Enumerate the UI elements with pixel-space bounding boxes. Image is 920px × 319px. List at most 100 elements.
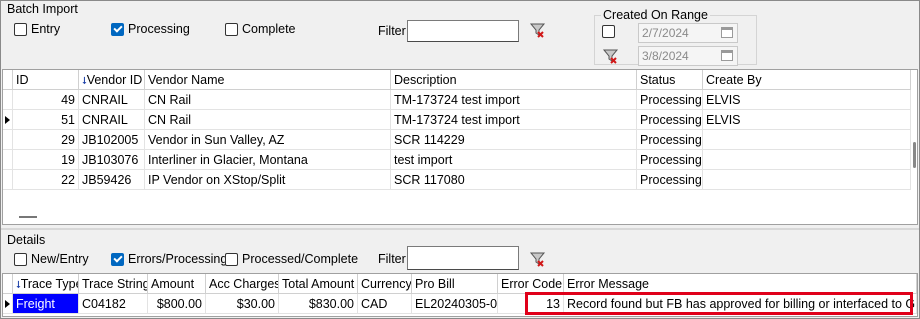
created-range-checkbox-box[interactable] — [602, 25, 615, 38]
cell-vendor-id[interactable]: JB102005 — [79, 130, 145, 150]
cell-create-by[interactable] — [703, 170, 911, 190]
details-title: Details — [7, 233, 46, 247]
clear-date-filter-icon[interactable] — [602, 47, 620, 65]
row-header-corner — [3, 70, 13, 90]
cell-id[interactable]: 49 — [13, 90, 79, 110]
col-header-pro-bill[interactable]: Pro Bill — [412, 274, 498, 294]
new-entry-checkbox-label: New/Entry — [31, 252, 89, 266]
details-filter-input[interactable] — [407, 246, 519, 270]
cell-create-by[interactable] — [703, 150, 911, 170]
cell-vendor-name[interactable]: CN Rail — [145, 90, 391, 110]
errors-processing-checkbox-box[interactable] — [111, 252, 124, 266]
row-header-corner — [3, 274, 13, 294]
col-header-amount[interactable]: Amount — [148, 274, 206, 294]
col-header-total-amount[interactable]: Total Amount — [279, 274, 358, 294]
vertical-scrollbar[interactable] — [911, 70, 917, 224]
cell-create-by[interactable] — [703, 130, 911, 150]
to-date-field[interactable]: 3/8/2024 — [638, 46, 738, 66]
cell-status[interactable]: Processing — [637, 110, 703, 130]
new-entry-checkbox[interactable]: New/Entry — [14, 252, 89, 266]
cell-vendor-name[interactable]: IP Vendor on XStop/Split — [145, 170, 391, 190]
created-on-range-title: Created On Range — [601, 8, 710, 22]
scrollbar-thumb[interactable] — [913, 142, 916, 168]
cell-vendor-name[interactable]: CN Rail — [145, 110, 391, 130]
cell-status[interactable]: Processing — [637, 130, 703, 150]
from-date-field[interactable]: 2/7/2024 — [638, 23, 738, 43]
col-header-status[interactable]: Status — [637, 70, 703, 90]
col-header-trace-string[interactable]: Trace String — [79, 274, 148, 294]
row-header[interactable] — [3, 90, 13, 110]
cell-vendor-name[interactable]: Vendor in Sun Valley, AZ — [145, 130, 391, 150]
processing-checkbox-box[interactable] — [111, 22, 124, 36]
processing-checkbox[interactable]: Processing — [111, 22, 190, 36]
cell-id[interactable]: 22 — [13, 170, 79, 190]
row-header[interactable] — [3, 294, 13, 314]
cell-trace-string[interactable]: C04182 — [79, 294, 148, 314]
splitter[interactable] — [1, 228, 919, 230]
cell-status[interactable]: Processing — [637, 170, 703, 190]
cell-description[interactable]: TM-173724 test import — [391, 90, 637, 110]
entry-checkbox[interactable]: Entry — [14, 22, 60, 36]
cell-pro-bill[interactable]: EL20240305-01 — [412, 294, 498, 314]
col-header-create-by[interactable]: Create By — [703, 70, 911, 90]
processed-complete-checkbox-label: Processed/Complete — [242, 252, 359, 266]
clear-filter-icon[interactable] — [529, 21, 547, 39]
entry-checkbox-box[interactable] — [14, 22, 27, 36]
new-entry-checkbox-box[interactable] — [14, 252, 27, 266]
col-header-error-message[interactable]: Error Message — [564, 274, 917, 294]
cell-vendor-id[interactable]: CNRAIL — [79, 90, 145, 110]
cell-vendor-id[interactable]: CNRAIL — [79, 110, 145, 130]
calendar-icon[interactable] — [721, 50, 733, 61]
col-header-description[interactable]: Description — [391, 70, 637, 90]
calendar-icon[interactable] — [721, 27, 733, 38]
col-header-id[interactable]: ID — [13, 70, 79, 90]
cell-vendor-name[interactable]: Interliner in Glacier, Montana — [145, 150, 391, 170]
cell-acc-charges[interactable]: $30.00 — [206, 294, 279, 314]
cell-description[interactable]: test import — [391, 150, 637, 170]
cell-currency[interactable]: CAD — [358, 294, 412, 314]
cell-description[interactable]: SCR 117080 — [391, 170, 637, 190]
cell-id[interactable]: 51 — [13, 110, 79, 130]
error-highlight-box — [525, 292, 913, 315]
to-date-value: 3/8/2024 — [642, 49, 689, 63]
processed-complete-checkbox[interactable]: Processed/Complete — [225, 252, 358, 266]
batch-grid[interactable]: ID ⭣Vendor ID Vendor Name Description St… — [2, 69, 918, 225]
cell-id[interactable]: 29 — [13, 130, 79, 150]
col-header-trace-type-label: Trace Type — [20, 277, 79, 291]
cell-status[interactable]: Processing — [637, 90, 703, 110]
cell-create-by[interactable]: ELVIS — [703, 110, 911, 130]
cell-vendor-id[interactable]: JB59426 — [79, 170, 145, 190]
col-header-vendor-id[interactable]: ⭣Vendor ID — [79, 70, 145, 90]
col-header-trace-type[interactable]: ⭣Trace Type — [13, 274, 79, 294]
details-filter-label: Filter — [378, 252, 406, 266]
cell-vendor-id[interactable]: JB103076 — [79, 150, 145, 170]
row-header[interactable] — [3, 110, 13, 130]
clear-details-filter-icon[interactable] — [529, 250, 547, 268]
row-header[interactable] — [3, 130, 13, 150]
from-date-value: 2/7/2024 — [642, 26, 689, 40]
errors-processing-checkbox[interactable]: Errors/Processing — [111, 252, 227, 266]
row-header[interactable] — [3, 170, 13, 190]
current-row-arrow-icon — [5, 300, 10, 308]
cell-description[interactable]: TM-173724 test import — [391, 110, 637, 130]
cell-id[interactable]: 19 — [13, 150, 79, 170]
cell-description[interactable]: SCR 114229 — [391, 130, 637, 150]
cell-trace-type-selected[interactable]: Freight — [13, 294, 79, 314]
cell-create-by[interactable]: ELVIS — [703, 90, 911, 110]
row-header[interactable] — [3, 150, 13, 170]
created-range-checkbox[interactable] — [602, 25, 615, 38]
processed-complete-checkbox-box[interactable] — [225, 252, 238, 266]
batch-import-title: Batch Import — [7, 2, 78, 16]
col-header-currency[interactable]: Currency — [358, 274, 412, 294]
cell-status[interactable]: Processing — [637, 150, 703, 170]
col-header-error-code[interactable]: Error Code — [498, 274, 564, 294]
complete-checkbox-label: Complete — [242, 22, 296, 36]
col-header-acc-charges[interactable]: Acc Charges — [206, 274, 279, 294]
cell-amount[interactable]: $800.00 — [148, 294, 206, 314]
col-header-vendor-name[interactable]: Vendor Name — [145, 70, 391, 90]
cell-total-amount[interactable]: $830.00 — [279, 294, 358, 314]
complete-checkbox-box[interactable] — [225, 22, 238, 36]
horizontal-scrollbar-thumb[interactable] — [19, 216, 37, 218]
complete-checkbox[interactable]: Complete — [225, 22, 296, 36]
batch-filter-input[interactable] — [407, 20, 519, 42]
